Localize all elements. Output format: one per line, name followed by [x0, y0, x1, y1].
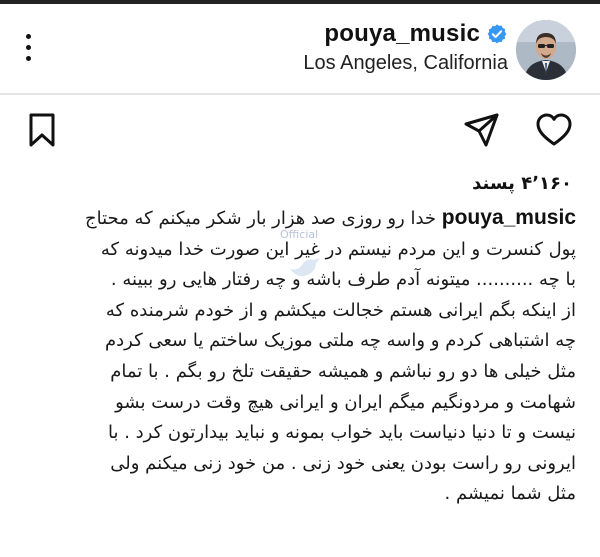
username[interactable]: pouya_music — [324, 20, 480, 48]
caption-line: چه اشتباهی کردم و واسه چه ملتی موزیک ساخ… — [104, 330, 576, 352]
header-divider — [0, 93, 600, 95]
caption-line: نیست و تا دنیا دنیاست باید خواب بمونه و … — [108, 422, 576, 444]
post-caption: pouya_music خدا رو روزی صد هزار بار شکر … — [28, 203, 576, 510]
avatar[interactable] — [516, 20, 576, 80]
caption-username[interactable]: pouya_music — [442, 206, 576, 229]
verified-badge-icon — [487, 24, 507, 44]
caption-line: مثل خیلی ها دو رو نباشم و همیشه حقیقت تل… — [110, 360, 576, 382]
caption-line: pouya_music خدا رو روزی صد هزار بار شکر … — [84, 206, 576, 229]
user-info: pouya_music Los Angeles, California — [303, 20, 508, 75]
caption-line: مثل شما نمیشم . — [444, 483, 576, 505]
caption-line: پول کنسرت و این مردم نیستم در غیر این صو… — [100, 238, 576, 260]
more-options-icon[interactable] — [22, 34, 36, 68]
username-row: pouya_music — [303, 20, 508, 48]
post-actions — [0, 110, 600, 154]
caption-line: با چه .......... میتونه آدم طرف باشه و چ… — [110, 269, 576, 291]
caption-line: از اینکه بگم ایرانی هستم خجالت میکشم و ا… — [105, 299, 576, 321]
bookmark-icon[interactable] — [22, 110, 62, 150]
caption-line: ایرونی رو راست بودن یعنی خود زنی . من خو… — [110, 452, 576, 474]
caption-line: شهامت و مردونگیم میگم ایران و ایرانی هیچ… — [115, 391, 576, 413]
post-location[interactable]: Los Angeles, California — [303, 52, 508, 75]
avatar-image — [516, 20, 576, 80]
likes-count[interactable]: ۴٬۱۶۰ پسند — [472, 173, 572, 194]
post-header: pouya_music Los Angeles, California — [0, 6, 600, 86]
heart-icon[interactable] — [534, 110, 574, 150]
top-edge — [0, 0, 600, 4]
send-icon[interactable] — [462, 110, 502, 150]
